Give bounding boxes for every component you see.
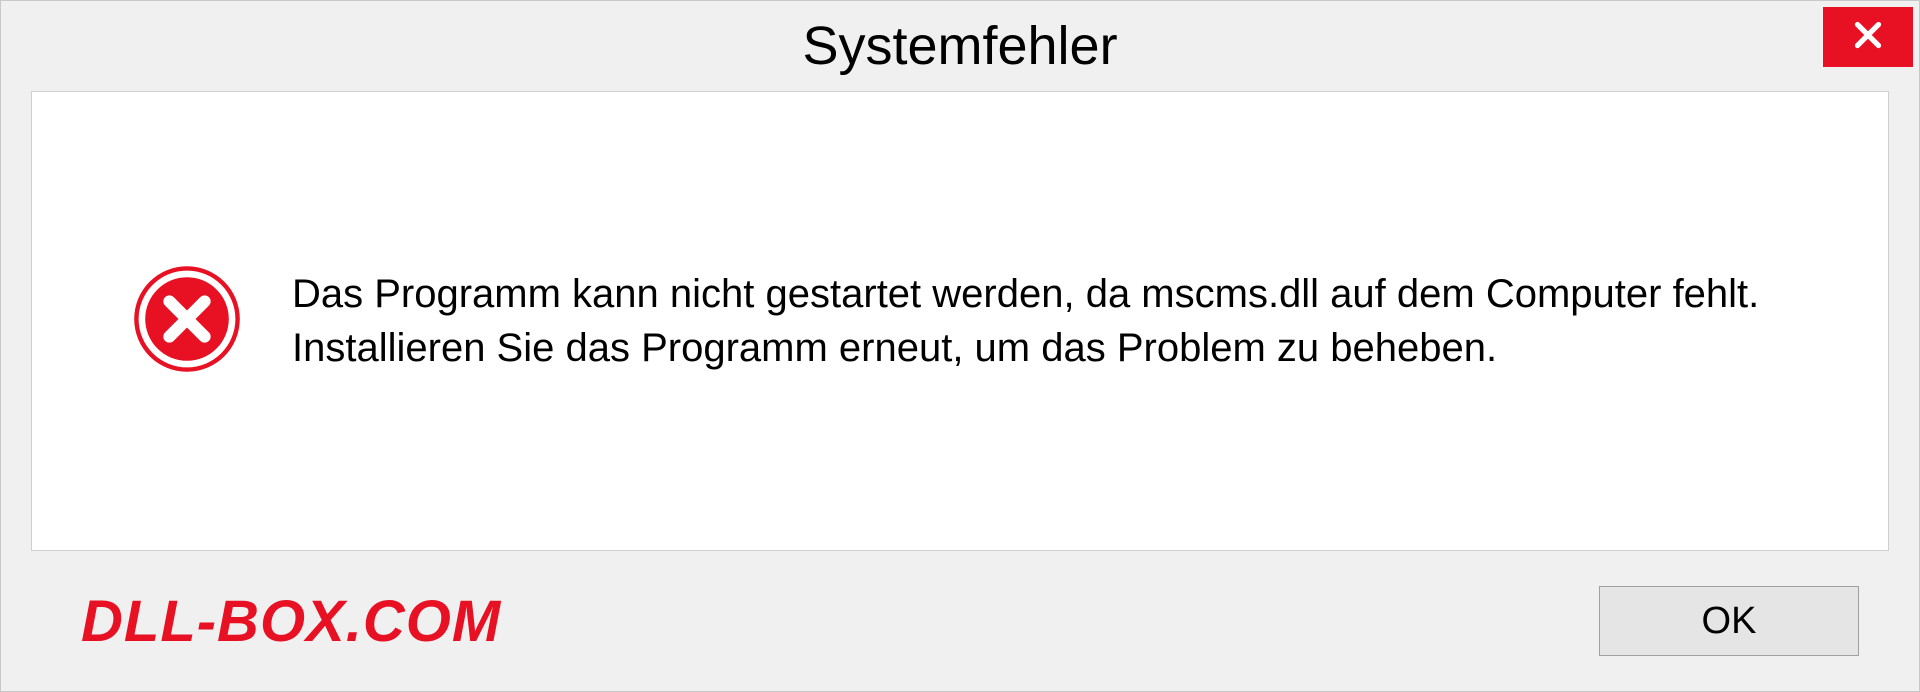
ok-button[interactable]: OK: [1599, 586, 1859, 656]
title-bar: Systemfehler: [1, 1, 1919, 91]
content-area: Das Programm kann nicht gestartet werden…: [1, 91, 1919, 691]
system-error-dialog: Systemfehler Das Programm kan: [0, 0, 1920, 692]
watermark-text: DLL-BOX.COM: [81, 588, 501, 655]
error-message: Das Programm kann nicht gestartet werden…: [292, 267, 1828, 375]
footer-area: DLL-BOX.COM OK: [31, 551, 1889, 691]
error-icon: [132, 264, 242, 379]
close-icon: [1850, 17, 1886, 58]
message-panel: Das Programm kann nicht gestartet werden…: [31, 91, 1889, 551]
close-button[interactable]: [1823, 7, 1913, 67]
dialog-title: Systemfehler: [802, 15, 1117, 77]
